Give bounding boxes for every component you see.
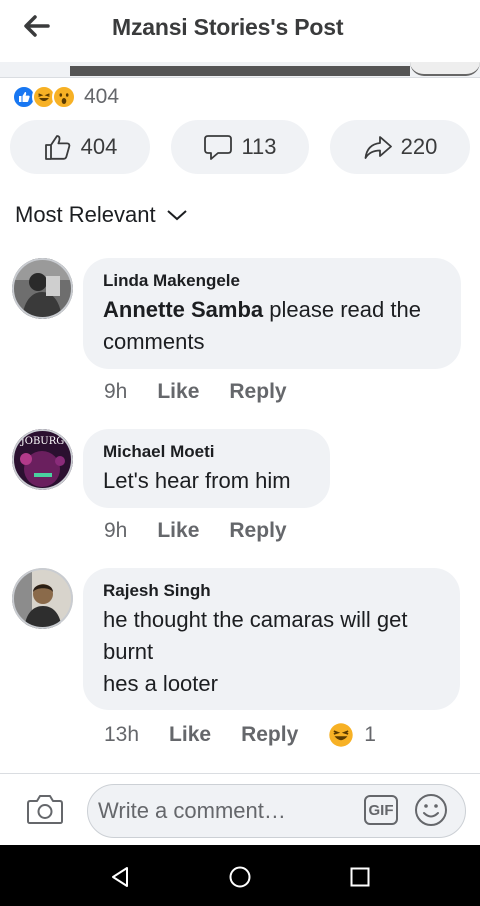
comment-author[interactable]: Michael Moeti	[103, 441, 310, 463]
comment-bubble[interactable]: Michael Moeti Let's hear from him	[83, 429, 330, 508]
like-button[interactable]: 404	[10, 120, 150, 174]
reaction-count: 404	[84, 85, 120, 108]
avatar[interactable]	[12, 568, 73, 629]
comment-text: he thought the camaras will get burnt he…	[103, 604, 440, 700]
post-image-right	[410, 62, 480, 76]
comment-reply-button[interactable]: Reply	[241, 723, 298, 747]
like-count: 404	[80, 134, 118, 159]
chevron-down-icon	[166, 210, 187, 221]
mention[interactable]: Annette Samba	[103, 297, 263, 322]
post-image	[70, 66, 410, 76]
comment-line: hes a looter	[103, 671, 218, 696]
haha-icon	[329, 723, 353, 747]
comment-meta: 9h Like Reply	[104, 519, 317, 543]
comment-like-button[interactable]: Like	[169, 723, 211, 747]
post-actions: 404 113 220	[0, 120, 480, 174]
share-icon	[364, 136, 392, 159]
system-nav-bar	[0, 845, 480, 906]
comment-reaction-count: 1	[364, 723, 376, 746]
comment-reaction-badge[interactable]: 1	[328, 722, 406, 748]
comment-text: Let's hear from him	[103, 468, 291, 493]
comment-composer: GIF	[0, 773, 480, 845]
thumbs-up-icon	[44, 135, 70, 160]
wow-icon	[52, 85, 76, 109]
comment-bubble[interactable]: Linda Makengele Annette Samba please rea…	[83, 258, 461, 369]
comment-reply-button[interactable]: Reply	[229, 380, 286, 404]
page-title: Mzansi Stories's Post	[112, 14, 344, 40]
avatar-text: JOBURG	[20, 436, 65, 447]
avatar[interactable]	[12, 258, 73, 319]
comment-reply-button[interactable]: Reply	[229, 519, 286, 543]
share-button[interactable]: 220	[330, 120, 470, 174]
comment-text: Annette Samba please read the comments	[103, 297, 421, 354]
comment-bubble[interactable]: Rajesh Singh he thought the camaras will…	[83, 568, 460, 710]
top-bar: Mzansi Stories's Post	[0, 0, 480, 62]
home-circle-icon[interactable]	[228, 865, 252, 889]
sort-dropdown[interactable]: Most Relevant	[15, 202, 188, 228]
gif-button[interactable]: GIF	[364, 795, 398, 825]
recents-square-icon[interactable]	[348, 865, 372, 889]
comment-like-button[interactable]: Like	[157, 380, 199, 404]
back-triangle-icon[interactable]	[108, 865, 132, 889]
comment-input[interactable]	[98, 798, 348, 824]
comment-time: 13h	[104, 723, 140, 746]
emoji-icon[interactable]	[414, 793, 448, 827]
avatar[interactable]: JOBURG	[12, 429, 73, 490]
comment-line: burnt	[103, 639, 154, 664]
back-arrow-icon[interactable]	[20, 10, 52, 42]
comment-like-button[interactable]: Like	[157, 519, 199, 543]
reaction-summary[interactable]: 404	[12, 84, 119, 110]
comment-icon	[204, 135, 233, 160]
comment-input-box[interactable]: GIF	[87, 784, 466, 838]
camera-icon[interactable]	[26, 792, 64, 826]
comment-author[interactable]: Rajesh Singh	[103, 580, 440, 602]
comment-count: 113	[241, 134, 277, 159]
post-image-edge	[0, 62, 480, 78]
comment-meta: 13h Like Reply 1	[104, 722, 436, 748]
comment-time: 9h	[104, 519, 128, 542]
share-count: 220	[400, 134, 438, 159]
comment-line: he thought the camaras will get	[103, 607, 408, 632]
comment-button[interactable]: 113	[171, 120, 309, 174]
comment-time: 9h	[104, 380, 128, 403]
comment-author[interactable]: Linda Makengele	[103, 270, 441, 292]
comment-meta: 9h Like Reply	[104, 380, 317, 404]
sort-label: Most Relevant	[15, 202, 156, 227]
